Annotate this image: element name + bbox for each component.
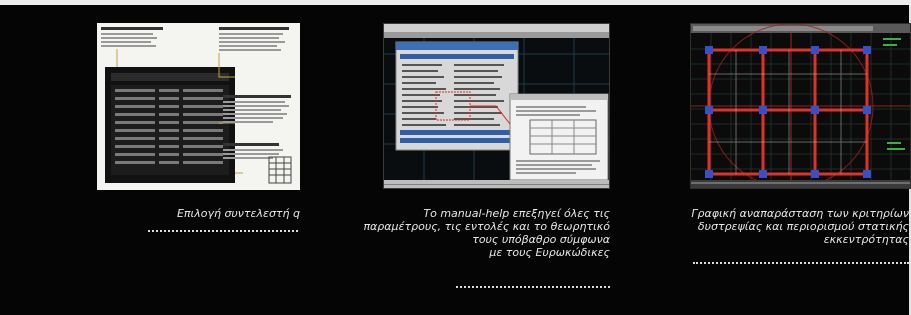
software-thumbnail xyxy=(383,23,610,189)
dotted-rule xyxy=(456,286,610,288)
caption-line: Γραφική αναπαράσταση των κριτηρίων xyxy=(691,207,909,220)
caption-card-3: Γραφική αναπαράσταση των κριτηρίων δυστρ… xyxy=(691,207,909,246)
caption-card-1: Επιλογή συντελεστή q xyxy=(177,207,300,220)
caption-card-2: Το manual-help επεξηγεί όλες τις παραμέτ… xyxy=(363,207,610,259)
caption-line: Το manual-help επεξηγεί όλες τις xyxy=(423,207,610,220)
dotted-rule xyxy=(693,262,909,264)
caption-line: Επιλογή συντελεστή q xyxy=(176,207,300,220)
caption-line: με τους Ευρωκώδικες xyxy=(489,246,610,259)
caption-line: παραμέτρους, τις εντολές και το θεωρητικ… xyxy=(363,220,610,233)
cad-plan-icon xyxy=(691,24,910,188)
caption-line: τους υπόβαθρο σύμφωνα xyxy=(472,233,610,246)
cad-thumbnail xyxy=(690,23,911,189)
caption-line: δυστρεψίας και περιορισμού στατικής xyxy=(697,220,909,233)
document-thumbnail xyxy=(97,23,300,190)
dotted-rule xyxy=(148,230,298,232)
document-page-icon xyxy=(101,27,292,184)
software-window-icon xyxy=(384,24,609,188)
caption-line: εκκεντρότητας xyxy=(823,233,909,246)
top-strip xyxy=(0,0,911,5)
